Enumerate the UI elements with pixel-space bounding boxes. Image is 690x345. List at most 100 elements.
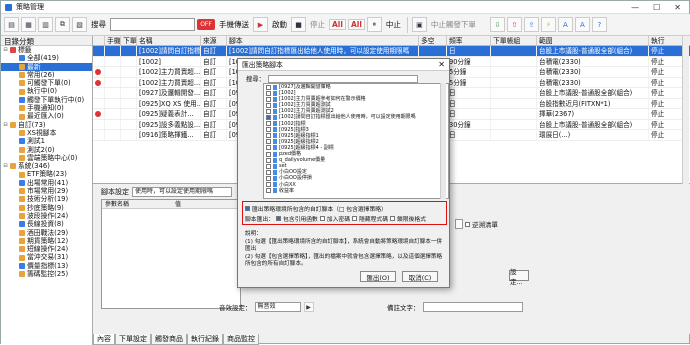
tree-node[interactable]: ⊟ 自訂(73) (1, 121, 92, 129)
column-header[interactable]: 手機 (105, 36, 121, 45)
script-list-item[interactable]: 收益率 (264, 188, 448, 194)
bottom-tab[interactable]: 內容 (93, 334, 115, 345)
column-header[interactable]: 下單帳組 (491, 36, 537, 45)
script-checkbox[interactable] (266, 169, 271, 175)
script-checkbox[interactable] (266, 139, 271, 145)
off-toggle[interactable]: OFF (197, 19, 215, 30)
column-header[interactable]: 名稱 (137, 36, 201, 45)
play-sound-icon[interactable]: ▶ (303, 302, 314, 312)
tree-node[interactable]: 常用(26) (1, 71, 92, 79)
script-checkbox[interactable] (266, 188, 271, 194)
tree-node[interactable]: 觸發下單執行中(0) (1, 96, 92, 104)
add-password-checkbox[interactable] (319, 216, 325, 221)
script-checkbox[interactable] (266, 133, 271, 139)
trace-dropdown[interactable] (455, 219, 463, 229)
column-header[interactable]: 範圍 (537, 36, 649, 45)
script-checkbox[interactable] (266, 121, 271, 127)
script-checkbox[interactable] (266, 102, 271, 108)
copy-icon[interactable]: ⧉ (55, 17, 70, 32)
export-env-checkbox[interactable] (245, 206, 250, 211)
script-checkbox[interactable] (266, 175, 271, 181)
script-select[interactable]: 使用時，可以設定使用期限嗎 (132, 187, 232, 197)
tree-node[interactable]: 最新 (1, 62, 92, 71)
stop-label[interactable]: 停止 (308, 19, 327, 30)
cancel-button[interactable]: 取消(C) (402, 271, 438, 282)
hide-code-checkbox[interactable] (352, 216, 357, 221)
new-file-icon[interactable]: ▦ (21, 17, 36, 32)
start-icon[interactable]: ▶ (253, 17, 268, 32)
tree-node[interactable]: 當沖交易(31) (1, 253, 92, 261)
new-folder-icon[interactable]: ▤ (4, 17, 19, 32)
tree-node[interactable]: 全部(419) (1, 54, 92, 62)
trigger-order-label[interactable]: 中止觸發下單 (429, 19, 478, 30)
tree-node[interactable]: 雲端策略中心(0) (1, 154, 92, 162)
note-input[interactable] (422, 302, 523, 312)
tree-node[interactable]: 最近匯入(0) (1, 112, 92, 120)
tree-node[interactable]: 出場常用(41) (1, 179, 92, 187)
start-label[interactable]: 啟動 (270, 19, 289, 30)
script-checkbox[interactable] (266, 157, 271, 163)
flash-icon[interactable]: ⚡ (540, 17, 556, 32)
help-icon[interactable]: ? (591, 17, 607, 32)
expand-icon[interactable]: ⊟ (3, 162, 8, 170)
tree-node[interactable]: 抄底策略(9) (1, 204, 92, 212)
script-checkbox[interactable] (266, 96, 271, 102)
script-checkbox[interactable] (266, 108, 271, 114)
column-header[interactable]: 多空 (419, 36, 447, 45)
tree-node[interactable]: 技術分析(19) (1, 195, 92, 203)
maximize-icon[interactable]: ☐ (653, 3, 660, 12)
script-checkbox[interactable] (266, 182, 271, 188)
trace-checkbox[interactable] (465, 221, 470, 227)
settings-button[interactable]: 設定... (509, 268, 529, 286)
tree-node[interactable]: 酒田戰法(29) (1, 229, 92, 237)
column-header[interactable]: 頻率 (447, 36, 491, 45)
dialog-search-input[interactable] (267, 74, 418, 83)
minimize-icon[interactable]: — (631, 3, 639, 12)
tree-node[interactable]: 測試2(0) (1, 146, 92, 154)
font-larger-icon[interactable]: A (557, 17, 573, 32)
batch-send-label[interactable]: 手機傳送 (217, 19, 251, 30)
script-checkbox[interactable] (266, 127, 271, 133)
export-env-option[interactable]: 匯出策略環境所包含的自訂腳本（□ 包含選擇策略） (245, 204, 387, 213)
tree-node[interactable]: 籌碼監控(25) (1, 270, 92, 278)
pause-label[interactable]: 中止 (384, 19, 403, 30)
open-icon[interactable]: ▥ (38, 17, 53, 32)
script-checkbox[interactable] (266, 145, 271, 151)
export-button[interactable]: 匯出(O) (360, 271, 396, 282)
bottom-tab[interactable]: 商品監控 (223, 334, 259, 345)
script-checkbox[interactable] (266, 151, 271, 157)
column-header[interactable] (93, 36, 105, 45)
column-header[interactable]: 來源 (201, 36, 227, 45)
tree-node[interactable]: 波段操作(24) (1, 212, 92, 220)
close-icon[interactable]: ✕ (674, 3, 681, 12)
column-header[interactable]: 執行 (649, 36, 683, 45)
script-checkbox[interactable] (266, 90, 271, 96)
bottom-tab[interactable]: 下單設定 (115, 334, 151, 345)
sound-select[interactable]: 無音效 (254, 302, 301, 312)
script-checkbox[interactable] (266, 84, 271, 90)
tree-node[interactable]: 價量指標(13) (1, 262, 92, 270)
tree-node[interactable]: ETF策略(23) (1, 170, 92, 178)
pause-icon[interactable]: ⏸ (366, 17, 382, 32)
tree-node[interactable]: 執行中(0) (1, 87, 92, 95)
expand-icon[interactable]: ⊟ (3, 46, 8, 54)
search-input[interactable] (110, 18, 195, 31)
tree-node[interactable]: 期貨策略(12) (1, 237, 92, 245)
all-off-button[interactable]: All (347, 19, 365, 30)
script-checkbox[interactable] (266, 163, 271, 169)
tree-node[interactable]: XS視腳本 (1, 129, 92, 137)
font-smaller-icon[interactable]: A (574, 17, 590, 32)
download-icon[interactable]: ⇩ (489, 17, 505, 32)
script-checkbox[interactable] (266, 115, 271, 121)
table-row[interactable]: [1002]請問自訂指標 自訂 [1002]請問自訂指標匯出給他人使用時，可以設定使… (93, 46, 690, 57)
column-header[interactable]: 腳本 (227, 36, 419, 45)
tree-node[interactable]: 長線投資(8) (1, 220, 92, 228)
stop-icon[interactable]: ■ (291, 17, 306, 32)
export-icon[interactable]: ⇪ (523, 17, 539, 32)
script-list-scrollbar[interactable] (440, 83, 446, 199)
expand-icon[interactable]: ⊟ (3, 121, 8, 129)
column-header[interactable]: 下單 (121, 36, 137, 45)
dialog-close-icon[interactable]: ✕ (438, 59, 449, 70)
grid-scrollbar[interactable] (682, 36, 689, 184)
lock-format-checkbox[interactable] (390, 216, 395, 221)
